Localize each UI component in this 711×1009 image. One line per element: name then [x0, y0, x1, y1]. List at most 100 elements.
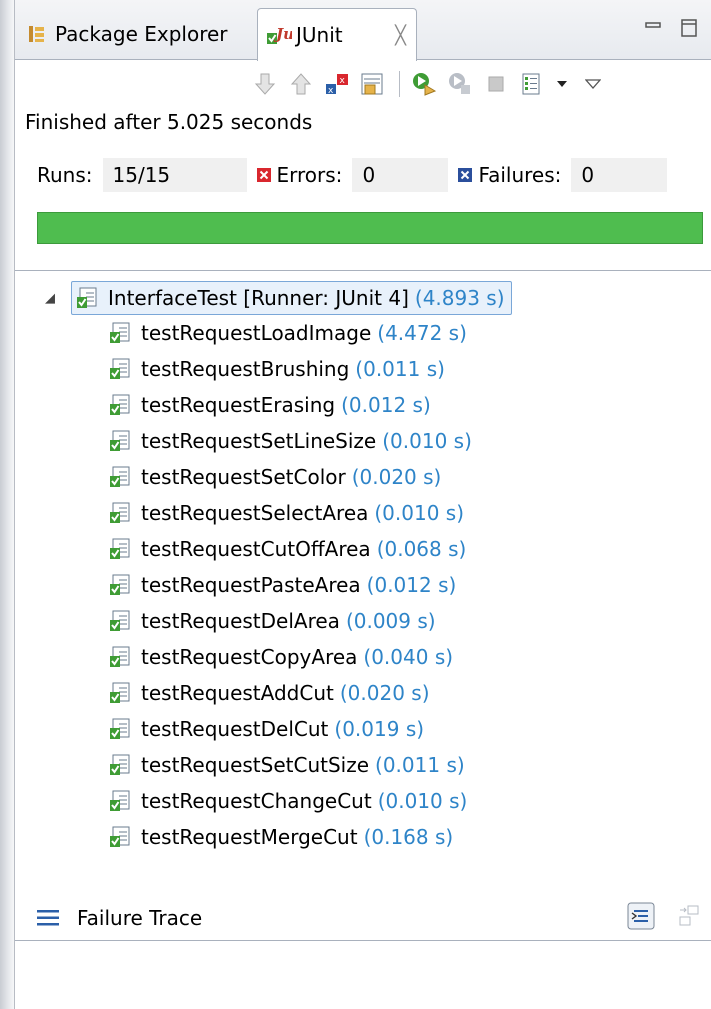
- failures-counter: Failures: 0: [448, 158, 668, 192]
- suite-name: InterfaceTest [Runner: JUnit 4]: [108, 286, 409, 310]
- test-case-row[interactable]: testRequestMergeCut (0.168 s): [109, 820, 453, 854]
- toolbar-separator: [399, 71, 400, 97]
- test-time: (0.011 s): [375, 753, 465, 777]
- test-name: testRequestAddCut: [141, 681, 334, 705]
- test-case-row[interactable]: testRequestSelectArea (0.010 s): [109, 496, 464, 530]
- test-passed-icon: [109, 718, 131, 740]
- test-time: (0.020 s): [339, 681, 430, 705]
- expand-twisty-icon[interactable]: ◢: [45, 291, 59, 306]
- test-passed-icon: [109, 826, 131, 848]
- test-case-row[interactable]: testRequestDelCut (0.019 s): [109, 712, 424, 746]
- rerun-test-icon[interactable]: [410, 70, 438, 98]
- test-case-row[interactable]: testRequestAddCut (0.020 s): [109, 676, 430, 710]
- divider: [15, 940, 711, 941]
- show-failures-only-icon[interactable]: xx: [323, 70, 351, 98]
- run-status-text: Finished after 5.025 seconds: [25, 110, 313, 134]
- test-case-row[interactable]: testRequestErasing (0.012 s): [109, 388, 431, 422]
- test-case-row[interactable]: testRequestCopyArea (0.040 s): [109, 640, 453, 674]
- scroll-lock-icon[interactable]: [359, 70, 387, 98]
- test-time: (0.019 s): [334, 717, 425, 741]
- junit-view: Package Explorer Ju JUnit ╳: [14, 0, 711, 1009]
- stack-trace-icon: [37, 909, 59, 927]
- test-name: testRequestBrushing: [141, 357, 350, 381]
- error-icon: [256, 168, 271, 182]
- next-failure-icon[interactable]: [251, 70, 279, 98]
- junit-toolbar: xx: [251, 64, 610, 104]
- rerun-failed-first-icon[interactable]: [446, 70, 474, 98]
- test-time: (0.068 s): [376, 537, 467, 561]
- test-passed-icon: [109, 322, 131, 344]
- maximize-icon[interactable]: [679, 18, 699, 38]
- test-time: (0.020 s): [351, 465, 442, 489]
- test-name: testRequestSetColor: [141, 465, 346, 489]
- test-passed-icon: [109, 754, 131, 776]
- history-dropdown-icon[interactable]: [554, 70, 570, 98]
- test-passed-icon: [109, 466, 131, 488]
- package-explorer-icon: [27, 24, 47, 44]
- runs-label: Runs:: [37, 163, 93, 187]
- tab-bar: Package Explorer Ju JUnit ╳: [15, 0, 711, 61]
- minimize-icon[interactable]: [643, 18, 663, 38]
- test-name: testRequestPasteArea: [141, 573, 361, 597]
- failures-label: Failures:: [478, 163, 562, 187]
- test-passed-icon: [109, 646, 131, 668]
- previous-failure-icon[interactable]: [287, 70, 315, 98]
- test-passed-icon: [109, 574, 131, 596]
- test-case-row[interactable]: testRequestSetLineSize (0.010 s): [109, 424, 472, 458]
- test-time: (0.011 s): [355, 357, 445, 381]
- junit-icon: Ju: [266, 24, 292, 46]
- test-name: testRequestDelArea: [141, 609, 340, 633]
- selected-node[interactable]: InterfaceTest [Runner: JUnit 4] (4.893 s…: [71, 281, 512, 315]
- runs-counter: Runs: 15/15: [27, 158, 247, 192]
- compare-result-icon[interactable]: [673, 900, 705, 932]
- test-passed-icon: [109, 610, 131, 632]
- divider: [15, 270, 711, 271]
- test-name: testRequestErasing: [141, 393, 336, 417]
- test-name: testRequestSelectArea: [141, 501, 369, 525]
- test-time: (0.010 s): [382, 429, 472, 453]
- test-case-row[interactable]: testRequestPasteArea (0.012 s): [109, 568, 456, 602]
- test-case-row[interactable]: testRequestChangeCut (0.010 s): [109, 784, 467, 818]
- test-passed-icon: [109, 394, 131, 416]
- run-counters: Runs: 15/15 Errors: 0 Failures: 0: [27, 158, 668, 192]
- tab-label: Package Explorer: [55, 22, 228, 46]
- test-name: testRequestSetCutSize: [141, 753, 370, 777]
- tab-package-explorer[interactable]: Package Explorer: [19, 10, 255, 58]
- close-tab-icon[interactable]: ╳: [395, 25, 406, 46]
- test-case-row[interactable]: testRequestLoadImage (4.472 s): [109, 316, 467, 350]
- test-case-row[interactable]: testRequestBrushing (0.011 s): [109, 352, 445, 386]
- stop-run-icon[interactable]: [482, 70, 510, 98]
- test-run-history-icon[interactable]: [518, 70, 546, 98]
- svg-text:x: x: [340, 76, 346, 86]
- test-passed-icon: [109, 538, 131, 560]
- test-time: (0.010 s): [374, 501, 465, 525]
- runs-value: 15/15: [102, 158, 247, 192]
- svg-text:Ju: Ju: [273, 25, 292, 43]
- filter-stack-trace-icon[interactable]: [625, 900, 657, 932]
- failure-trace-label: Failure Trace: [77, 906, 203, 930]
- test-passed-icon: [109, 682, 131, 704]
- test-name: testRequestMergeCut: [141, 825, 358, 849]
- test-time: (0.040 s): [363, 645, 454, 669]
- view-menu-icon[interactable]: [584, 70, 602, 98]
- errors-counter: Errors: 0: [247, 158, 449, 192]
- test-suite-ok-icon: [76, 287, 98, 309]
- test-case-row[interactable]: testRequestSetColor (0.020 s): [109, 460, 441, 494]
- tree-root[interactable]: ◢ InterfaceTest [Runner: JUnit 4] (4.893…: [45, 280, 512, 316]
- test-time: (0.012 s): [341, 393, 431, 417]
- tab-label: JUnit: [296, 23, 343, 47]
- test-time: (4.472 s): [377, 321, 467, 345]
- test-case-row[interactable]: testRequestSetCutSize (0.011 s): [109, 748, 465, 782]
- test-time: (0.009 s): [345, 609, 436, 633]
- background-edge: [0, 0, 14, 1009]
- failure-icon: [458, 168, 473, 182]
- tab-junit[interactable]: Ju JUnit ╳: [257, 8, 417, 61]
- test-time: (0.010 s): [377, 789, 468, 813]
- test-case-row[interactable]: testRequestDelArea (0.009 s): [109, 604, 436, 638]
- svg-text:x: x: [328, 86, 334, 96]
- test-passed-icon: [109, 790, 131, 812]
- test-name: testRequestChangeCut: [141, 789, 372, 813]
- test-case-row[interactable]: testRequestCutOffArea (0.068 s): [109, 532, 466, 566]
- test-name: testRequestCopyArea: [141, 645, 358, 669]
- errors-value: 0: [352, 158, 449, 192]
